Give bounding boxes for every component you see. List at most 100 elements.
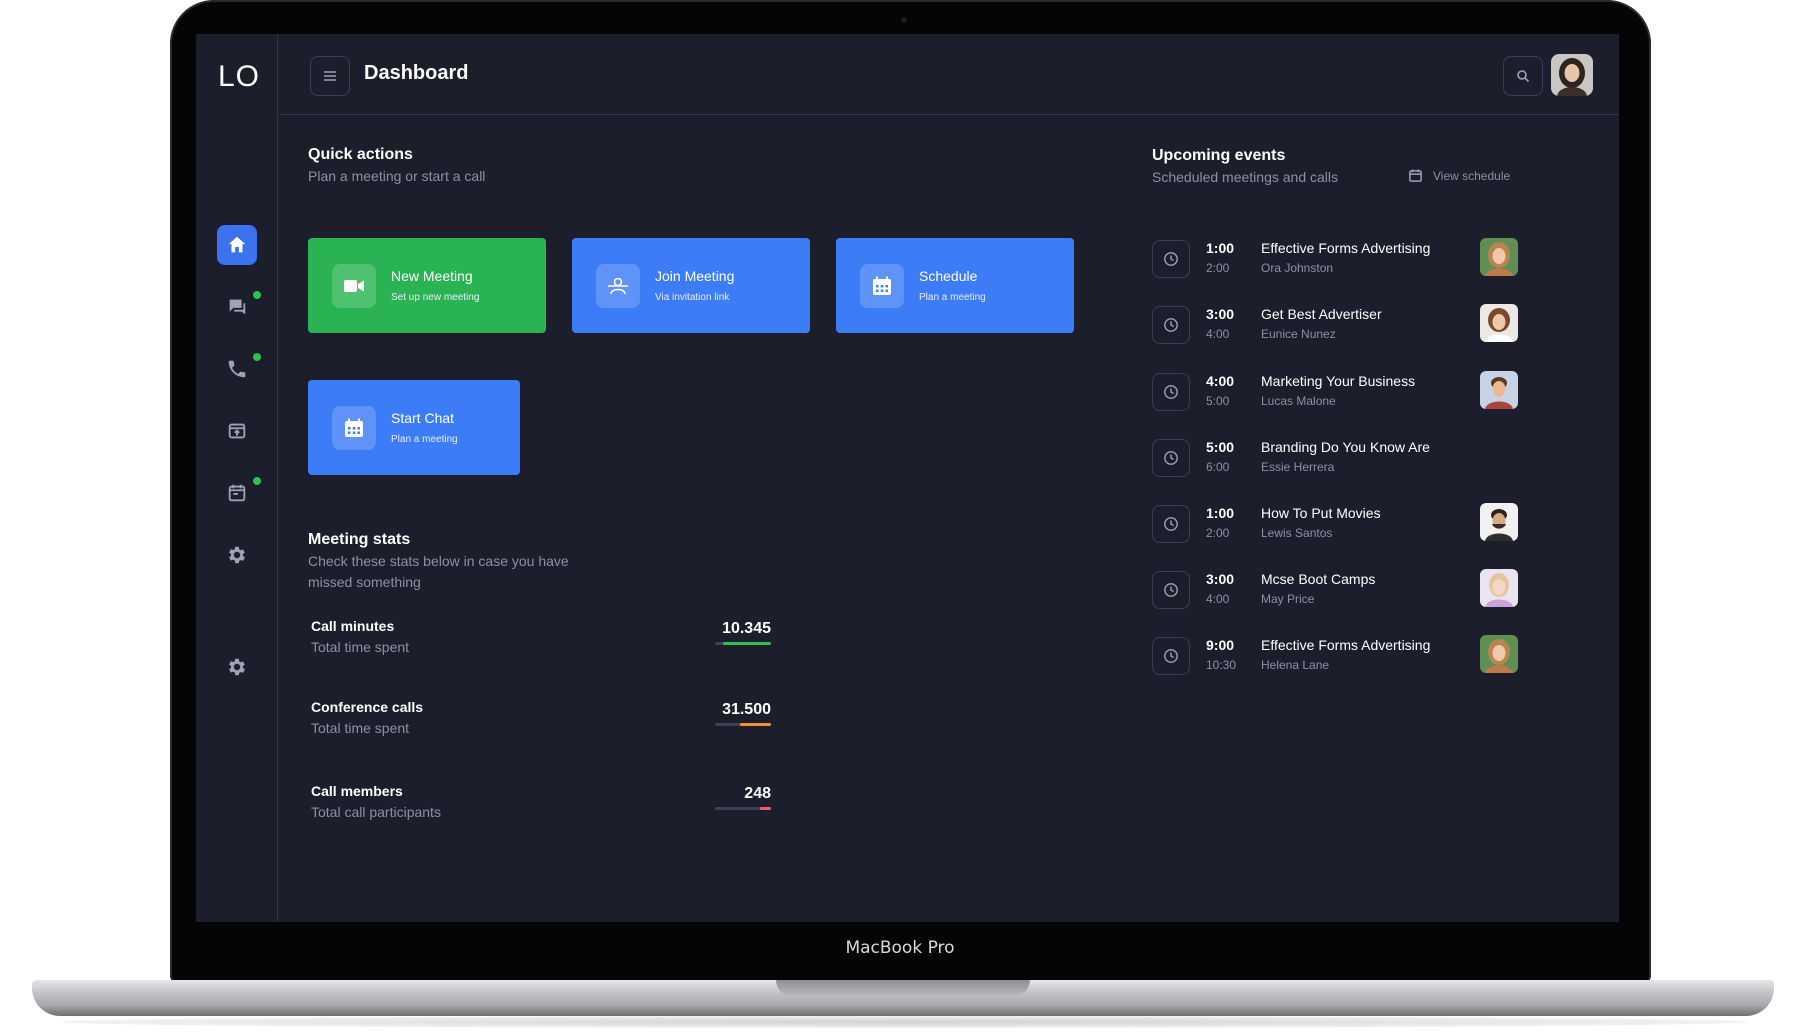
event-start-time: 5:00 xyxy=(1206,439,1235,455)
stat-progress-fill xyxy=(723,642,771,645)
laptop-shadow xyxy=(60,1016,1750,1028)
chat-icon xyxy=(229,299,246,315)
join-meeting-button[interactable]: Join Meeting Via invitation link xyxy=(572,238,810,333)
avatar-woman-1-icon xyxy=(1480,635,1518,673)
avatar-woman-3-icon xyxy=(1480,569,1518,607)
event-row[interactable]: 5:00 6:00 Branding Do You Know Are Essie He… xyxy=(1152,435,1518,491)
stat-progress-track xyxy=(715,723,771,726)
clock-icon xyxy=(1152,439,1190,477)
new-meeting-text: New Meeting Set up new meeting xyxy=(391,268,479,303)
event-title: How To Put Movies xyxy=(1261,505,1381,521)
meeting-stats-subtitle-line2: missed something xyxy=(308,574,421,590)
stat-value: 10.345 xyxy=(722,620,771,637)
clock-icon xyxy=(1152,306,1190,344)
device-label: MacBook Pro xyxy=(845,938,955,958)
event-person: Lewis Santos xyxy=(1261,526,1333,540)
event-start-time: 3:00 xyxy=(1206,306,1235,322)
new-meeting-button[interactable]: New Meeting Set up new meeting xyxy=(308,238,546,333)
event-end-time: 4:00 xyxy=(1206,592,1230,606)
event-title: Effective Forms Advertising xyxy=(1261,637,1431,653)
gear-icon xyxy=(229,546,245,564)
event-person: Essie Herrera xyxy=(1261,460,1335,474)
event-title: Get Best Advertiser xyxy=(1261,306,1382,322)
clock-icon xyxy=(1152,571,1190,609)
calendar-icon xyxy=(1409,169,1422,182)
stat-progress-fill xyxy=(759,807,771,810)
calendar-icon xyxy=(860,263,904,308)
view-schedule-link[interactable]: View schedule xyxy=(1408,168,1510,183)
calendar-badge-dot xyxy=(253,477,261,485)
schedule-text: Schedule Plan a meeting xyxy=(919,268,986,303)
avatar-woman-icon xyxy=(1551,54,1593,96)
sidebar: LO xyxy=(196,34,278,922)
event-row[interactable]: 4:00 5:00 Marketing Your Business Lucas Mal… xyxy=(1152,369,1518,425)
event-person: Eunice Nunez xyxy=(1261,327,1336,341)
event-title: Effective Forms Advertising xyxy=(1261,240,1431,256)
quick-actions-title: Quick actions xyxy=(308,146,413,163)
sidebar-item-calendar[interactable] xyxy=(217,473,257,513)
start-chat-text: Start Chat Plan a meeting xyxy=(391,410,458,445)
event-end-time: 5:00 xyxy=(1206,394,1230,408)
stat-call-minutes: Call minutes Total time spent 10.345 xyxy=(311,618,771,678)
stat-sublabel: Total time spent xyxy=(311,720,410,736)
event-start-time: 3:00 xyxy=(1206,571,1235,587)
sidebar-item-calls[interactable] xyxy=(217,349,257,389)
stat-progress-fill xyxy=(740,723,771,726)
user-avatar[interactable] xyxy=(1551,54,1593,96)
card-label: New Meeting xyxy=(391,268,473,284)
event-row[interactable]: 1:00 2:00 How To Put Movies Lewis Santos xyxy=(1152,501,1518,557)
page-title: Dashboard xyxy=(364,62,469,84)
event-start-time: 1:00 xyxy=(1206,240,1235,256)
event-start-time: 1:00 xyxy=(1206,505,1235,521)
upcoming-events-subtitle: Scheduled meetings and calls xyxy=(1152,169,1339,185)
event-person: Lucas Malone xyxy=(1261,394,1336,408)
start-chat-button[interactable]: Start Chat Plan a meeting xyxy=(308,380,520,475)
stat-label: Call members xyxy=(311,783,403,799)
app-logo[interactable]: LO xyxy=(218,60,260,94)
stat-progress-track xyxy=(715,807,771,810)
search-icon xyxy=(1517,70,1530,83)
stat-value: 31.500 xyxy=(722,701,771,718)
sidebar-item-preferences[interactable] xyxy=(217,647,257,687)
card-sublabel: Set up new meeting xyxy=(391,292,480,303)
stat-label: Conference calls xyxy=(311,699,424,715)
phone-icon xyxy=(228,360,246,378)
app-screen: LO Dashboard Quick actions Plan a meetin… xyxy=(196,34,1619,922)
stat-call-members: Call members Total call participants 248 xyxy=(311,783,771,843)
event-start-time: 4:00 xyxy=(1206,373,1235,389)
event-person: May Price xyxy=(1261,592,1315,606)
clock-icon xyxy=(1152,240,1190,278)
join-meeting-text: Join Meeting Via invitation link xyxy=(655,268,734,303)
stat-value: 248 xyxy=(744,785,771,802)
sidebar-item-chat[interactable] xyxy=(217,287,257,327)
stat-progress-track xyxy=(715,642,771,645)
event-row[interactable]: 3:00 4:00 Get Best Advertiser Eunice Nunez xyxy=(1152,302,1518,358)
event-row[interactable]: 1:00 2:00 Effective Forms Advertising Ora J… xyxy=(1152,236,1518,292)
schedule-button[interactable]: Schedule Plan a meeting xyxy=(836,238,1074,333)
card-label: Join Meeting xyxy=(655,268,735,284)
card-label: Start Chat xyxy=(391,410,455,426)
event-title: Mcse Boot Camps xyxy=(1261,571,1376,587)
event-end-time: 4:00 xyxy=(1206,327,1230,341)
clock-icon xyxy=(1152,505,1190,543)
stat-label: Call minutes xyxy=(311,618,395,634)
sidebar-item-screen-share[interactable] xyxy=(217,411,257,451)
quick-actions-subtitle: Plan a meeting or start a call xyxy=(308,168,486,184)
event-row[interactable]: 3:00 4:00 Mcse Boot Camps May Price xyxy=(1152,567,1518,623)
event-row[interactable]: 9:00 10:30 Effective Forms Advertising Hele… xyxy=(1152,633,1518,689)
event-end-time: 2:00 xyxy=(1206,526,1230,540)
clock-icon xyxy=(1152,637,1190,675)
avatar-man-1-icon xyxy=(1480,371,1518,409)
sidebar-item-settings[interactable] xyxy=(217,535,257,575)
sidebar-item-home[interactable] xyxy=(217,225,257,265)
view-schedule-label: View schedule xyxy=(1433,168,1511,183)
menu-button[interactable] xyxy=(310,56,350,96)
camera-dot xyxy=(901,17,907,23)
search-button[interactable] xyxy=(1503,56,1543,96)
laptop-notch xyxy=(776,980,1030,996)
card-sublabel: Via invitation link xyxy=(655,292,730,303)
top-header: Dashboard xyxy=(278,34,1619,115)
home-icon xyxy=(228,236,246,253)
event-end-time: 6:00 xyxy=(1206,460,1230,474)
upcoming-events-title: Upcoming events xyxy=(1152,147,1286,164)
